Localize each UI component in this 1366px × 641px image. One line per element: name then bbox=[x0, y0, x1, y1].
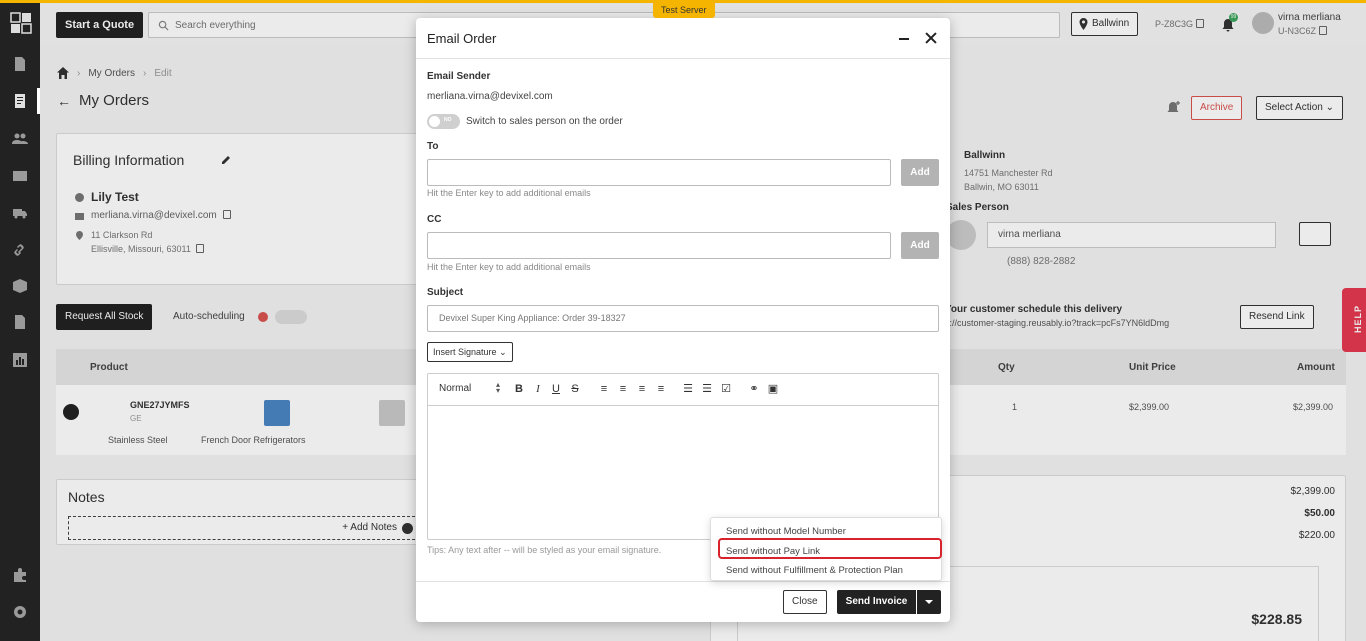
send-invoice-button[interactable]: Send Invoice bbox=[837, 590, 916, 614]
checklist-icon[interactable]: ☑ bbox=[720, 383, 732, 395]
toggle-state-label: NO bbox=[444, 117, 452, 123]
quotes-nav-icon[interactable] bbox=[11, 55, 29, 73]
switch-sales-person-toggle[interactable]: NO bbox=[427, 114, 460, 129]
ordered-list-icon[interactable]: ☰ bbox=[682, 383, 694, 395]
links-nav-icon[interactable] bbox=[11, 241, 29, 259]
inventory-nav-icon[interactable] bbox=[11, 167, 29, 185]
modal-header: Email Order bbox=[416, 18, 950, 59]
strikethrough-icon[interactable]: S bbox=[569, 383, 581, 395]
underline-icon[interactable]: U bbox=[550, 383, 562, 395]
align-right-icon[interactable]: ≡ bbox=[636, 383, 648, 395]
reports-chart-nav-icon[interactable] bbox=[11, 351, 29, 369]
subject-field[interactable]: Devixel Super King Appliance: Order 39-1… bbox=[427, 305, 939, 332]
to-hint: Hit the Enter key to add additional emai… bbox=[427, 188, 591, 198]
insert-signature-dropdown[interactable]: Insert Signature ⌄ bbox=[427, 342, 513, 362]
chevron-down-icon: ⌄ bbox=[499, 347, 507, 357]
editor-toolbar: Normal ▴ ▾ B I U S ≡ ≡ ≡ ≡ ☰ ☰ ☑ ⚭ ▣ bbox=[428, 374, 938, 406]
add-to-button[interactable]: Add bbox=[901, 159, 939, 186]
align-justify-icon[interactable]: ≡ bbox=[655, 383, 667, 395]
customers-nav-icon[interactable] bbox=[11, 130, 29, 148]
to-label: To bbox=[427, 141, 439, 152]
products-box-nav-icon[interactable] bbox=[11, 277, 29, 295]
image-icon[interactable]: ▣ bbox=[767, 383, 779, 395]
email-body-editor[interactable]: Normal ▴ ▾ B I U S ≡ ≡ ≡ ≡ ☰ ☰ ☑ ⚭ ▣ bbox=[427, 373, 939, 540]
minimize-icon[interactable] bbox=[897, 30, 911, 46]
logo-icon[interactable] bbox=[10, 12, 32, 34]
cc-email-field[interactable] bbox=[427, 232, 891, 259]
test-server-badge: Test Server bbox=[653, 3, 715, 18]
subject-label: Subject bbox=[427, 287, 464, 298]
cc-label: CC bbox=[427, 214, 442, 225]
format-select-arrows-icon: ▴ ▾ bbox=[496, 380, 501, 395]
documents-nav-icon[interactable] bbox=[11, 313, 29, 331]
close-button[interactable]: Close bbox=[783, 590, 827, 614]
text-format-select[interactable]: Normal bbox=[439, 383, 471, 394]
sender-email: merliana.virna@devixel.com bbox=[427, 91, 553, 102]
close-icon[interactable] bbox=[924, 30, 938, 46]
toggle-knob bbox=[429, 116, 440, 127]
sidebar bbox=[0, 0, 40, 641]
bold-icon[interactable]: B bbox=[513, 383, 525, 395]
email-sender-label: Email Sender bbox=[427, 71, 491, 82]
signature-tips: Tips: Any text after -- will be styled a… bbox=[427, 545, 662, 555]
integrations-puzzle-icon[interactable] bbox=[11, 566, 29, 584]
send-without-fulfillment-option[interactable]: Send without Fulfillment & Protection Pl… bbox=[726, 565, 903, 576]
modal-footer-divider bbox=[416, 581, 950, 582]
align-center-icon[interactable]: ≡ bbox=[617, 383, 629, 395]
delivery-truck-nav-icon[interactable] bbox=[11, 204, 29, 222]
highlight-box bbox=[718, 538, 942, 559]
insert-signature-label: Insert Signature bbox=[433, 347, 497, 357]
link-icon[interactable]: ⚭ bbox=[748, 383, 760, 395]
add-cc-button[interactable]: Add bbox=[901, 232, 939, 259]
switch-sales-person-label: Switch to sales person on the order bbox=[466, 116, 623, 127]
align-left-icon[interactable]: ≡ bbox=[598, 383, 610, 395]
orders-nav-icon[interactable] bbox=[11, 92, 29, 110]
italic-icon[interactable]: I bbox=[532, 383, 544, 395]
settings-gear-icon[interactable] bbox=[11, 603, 29, 621]
bullet-list-icon[interactable]: ☰ bbox=[701, 383, 713, 395]
send-without-model-number-option[interactable]: Send without Model Number bbox=[726, 526, 846, 537]
modal-title: Email Order bbox=[427, 31, 497, 46]
cc-hint: Hit the Enter key to add additional emai… bbox=[427, 262, 591, 272]
to-email-field[interactable] bbox=[427, 159, 891, 186]
send-options-toggle[interactable] bbox=[917, 590, 941, 614]
